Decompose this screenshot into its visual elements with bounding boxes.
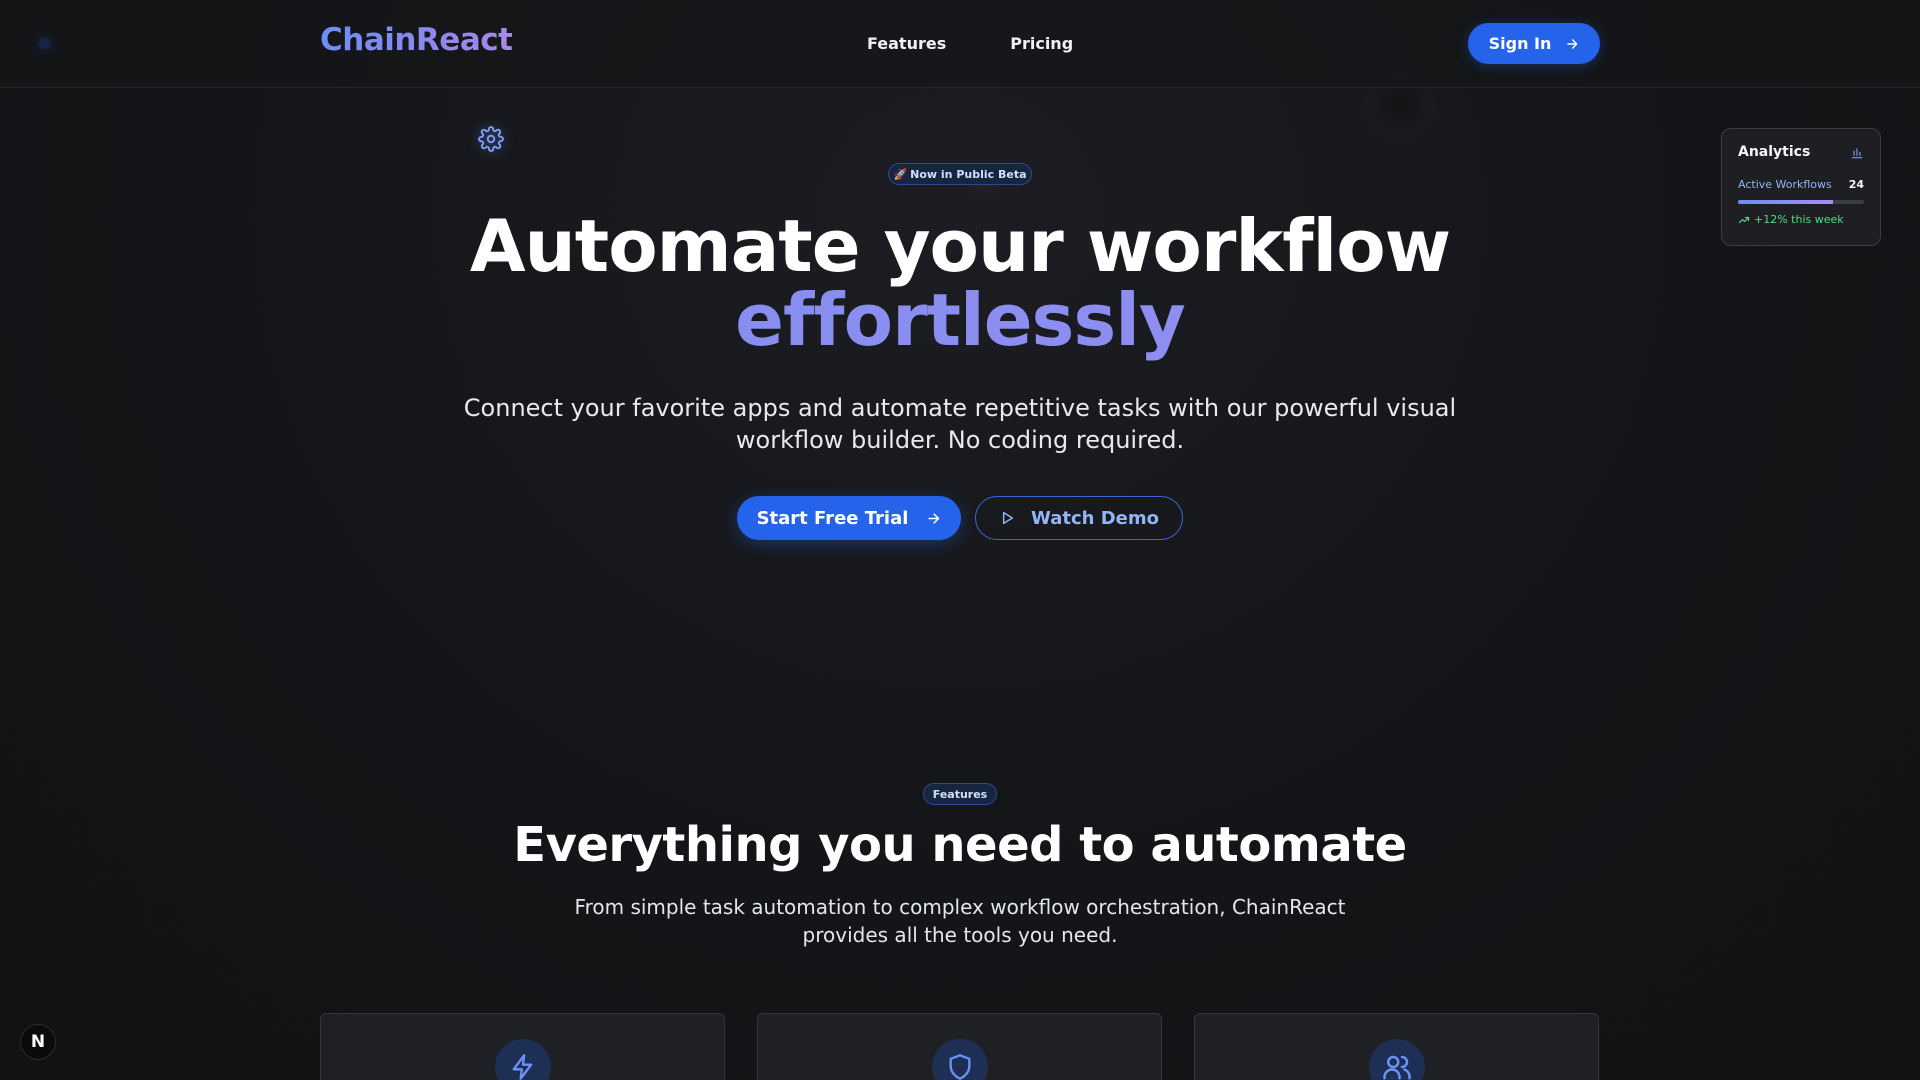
beta-badge-label: Now in Public Beta: [910, 167, 1027, 181]
nav-features-link[interactable]: Features: [867, 34, 946, 53]
arrow-right-icon: [1567, 38, 1578, 49]
rocket-icon: 🚀: [893, 167, 908, 181]
lightning-icon: [512, 1054, 533, 1080]
shield-icon: [949, 1054, 971, 1080]
bar-chart-icon: [1851, 148, 1863, 159]
users-icon: [1383, 1055, 1411, 1080]
feature-icon-circle: [1369, 1039, 1425, 1080]
features-badge: Features: [923, 783, 997, 805]
feature-card[interactable]: [1194, 1013, 1599, 1080]
feature-icon-circle: [932, 1039, 988, 1080]
feature-card[interactable]: [757, 1013, 1162, 1080]
features-title: Everything you need to automate: [513, 817, 1407, 873]
logo[interactable]: ChainReact: [320, 22, 513, 58]
watch-demo-label: Watch Demo: [1031, 507, 1159, 529]
start-free-trial-label: Start Free Trial: [756, 507, 909, 529]
top-navbar: ChainReact Features Pricing Sign In: [0, 0, 1920, 88]
feature-card[interactable]: [320, 1013, 725, 1080]
nav-pricing-link[interactable]: Pricing: [1010, 34, 1073, 53]
gear-icon: [478, 126, 504, 152]
analytics-metric-row: Active Workflows 24: [1738, 178, 1864, 191]
analytics-title: Analytics: [1738, 144, 1811, 160]
sign-in-label: Sign In: [1488, 34, 1552, 53]
sign-in-button[interactable]: Sign In: [1468, 23, 1600, 64]
watch-demo-button[interactable]: Watch Demo: [975, 496, 1183, 540]
arrow-right-icon: [928, 512, 940, 524]
main-nav: Features Pricing: [867, 34, 1073, 53]
hero-title-highlight: effortlessly: [0, 275, 1920, 365]
features-subtitle: From simple task automation to complex w…: [574, 895, 1346, 947]
play-icon: [1002, 511, 1014, 525]
feature-icon-circle: [495, 1039, 551, 1080]
analytics-metric-value: 24: [1848, 178, 1864, 191]
hero-subtitle: Connect your favorite apps and automate …: [463, 394, 1457, 454]
start-free-trial-button[interactable]: Start Free Trial: [737, 496, 961, 540]
analytics-metric-label: Active Workflows: [1738, 178, 1832, 191]
dev-tools-badge[interactable]: N: [20, 1024, 56, 1060]
beta-badge: 🚀 Now in Public Beta: [888, 163, 1032, 185]
